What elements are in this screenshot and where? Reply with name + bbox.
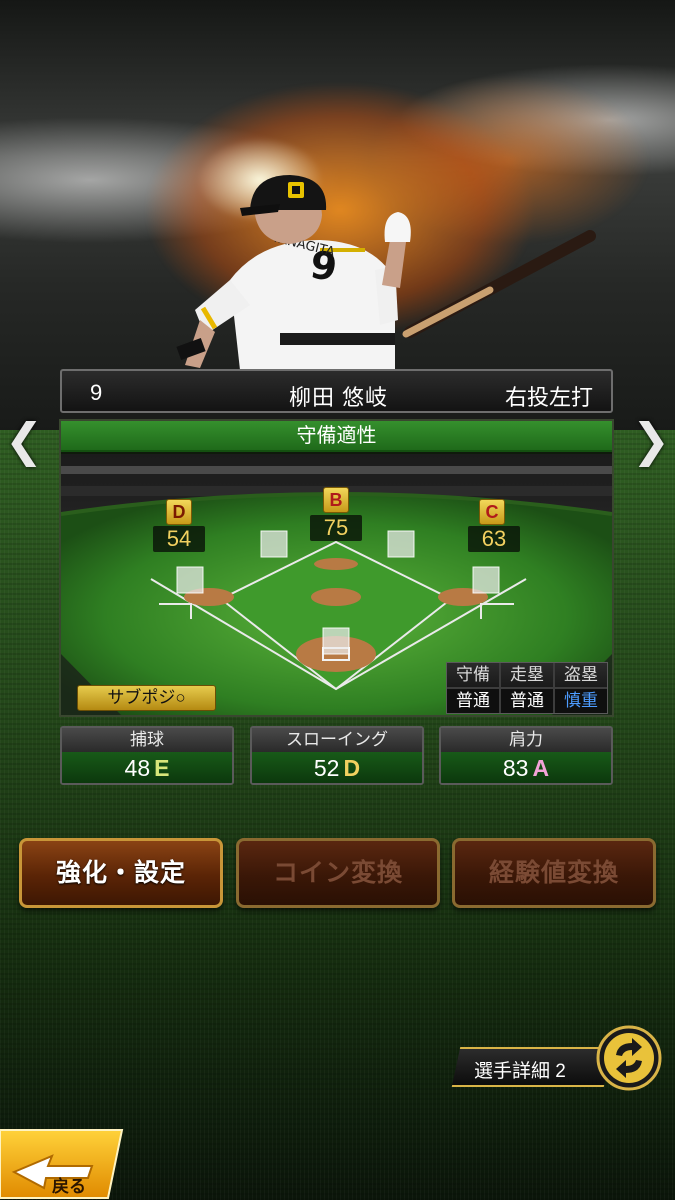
swap-icon[interactable] [596, 1025, 662, 1091]
back-button[interactable]: 戻る [0, 1126, 125, 1200]
position-marker [322, 627, 350, 655]
bat-icon [402, 230, 596, 338]
running-value-steal: 慎重 [555, 689, 607, 713]
position-value-right: 63 [468, 526, 520, 552]
position-grade-center: B [323, 487, 349, 513]
stat-throwing: スローイング 52 D [250, 726, 424, 785]
enhance-settings-button[interactable]: 強化・設定 [19, 838, 223, 908]
position-grade-right: C [479, 499, 505, 525]
position-marker [260, 530, 288, 558]
back-label: 戻る [52, 1176, 86, 1196]
chevron-right-icon[interactable]: ❯ [631, 415, 671, 465]
stat-value: 83 [502, 755, 529, 781]
running-table: 守備 走塁 盗塁 普通 普通 慎重 [446, 662, 608, 714]
position-marker [176, 566, 204, 594]
stat-catching: 捕球 48 E [60, 726, 234, 785]
chevron-left-icon[interactable]: ❮ [4, 415, 44, 465]
stat-value-row: 48 E [62, 752, 232, 783]
stat-label: 肩力 [441, 728, 611, 752]
stat-value: 52 [313, 755, 340, 781]
defense-title: 守備適性 [61, 421, 612, 452]
position-value-center: 75 [310, 515, 362, 541]
player-info-bar: 9 柳田 悠岐 右投左打 [60, 369, 613, 413]
position-marker [387, 530, 415, 558]
running-header-baserun: 走塁 [501, 663, 553, 687]
exp-convert-button[interactable]: 経験値変換 [452, 838, 656, 908]
running-value-baserun: 普通 [501, 689, 553, 713]
player-illustration: 9 YANAGITA [176, 175, 596, 370]
player-detail-button[interactable]: 選手詳細 2 [451, 1025, 666, 1095]
stat-value-row: 52 D [252, 752, 422, 783]
stat-grade: D [343, 755, 361, 781]
player-detail-label: 選手詳細 2 [474, 1061, 566, 1082]
position-value-left: 54 [153, 526, 205, 552]
stat-grade: A [532, 755, 550, 781]
coin-convert-button[interactable]: コイン変換 [236, 838, 440, 908]
stat-grade: E [154, 755, 170, 781]
running-header-defense: 守備 [447, 663, 499, 687]
sub-position-badge: サブポジ○ [77, 685, 216, 711]
player-handedness: 右投左打 [504, 385, 593, 410]
running-header-steal: 盗塁 [555, 663, 607, 687]
running-value-defense: 普通 [447, 689, 499, 713]
stat-value: 48 [124, 755, 151, 781]
stat-arm-strength: 肩力 83 A [439, 726, 613, 785]
stat-value-row: 83 A [441, 752, 611, 783]
stat-label: スローイング [252, 728, 422, 752]
position-grade-left: D [166, 499, 192, 525]
stat-label: 捕球 [62, 728, 232, 752]
position-marker [472, 566, 500, 594]
